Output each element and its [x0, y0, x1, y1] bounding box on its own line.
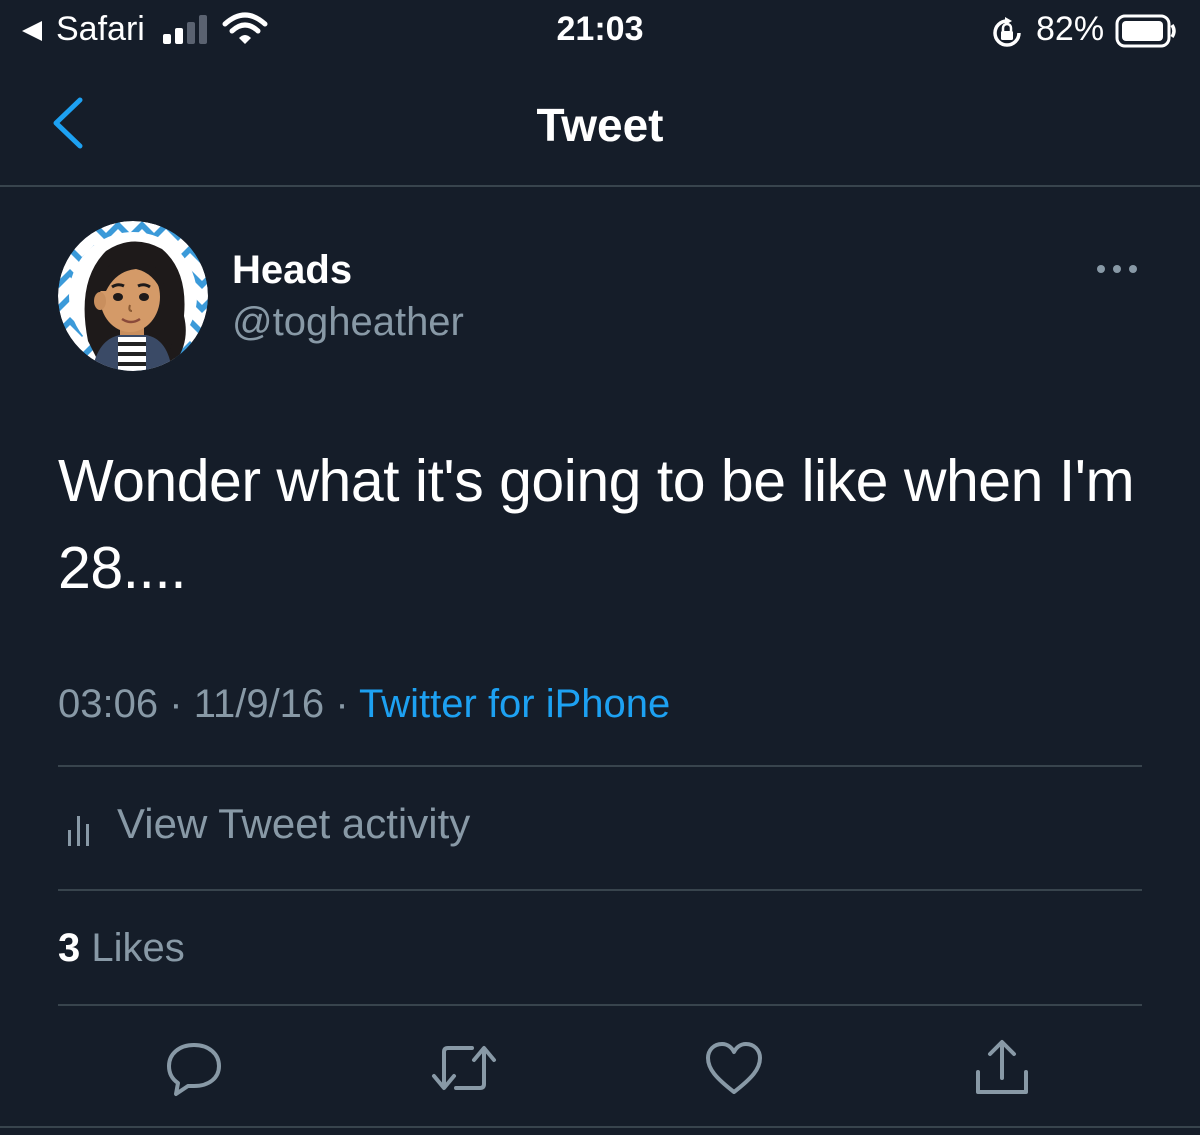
divider	[58, 1004, 1142, 1006]
meta-separator: ·	[169, 682, 183, 726]
tweet-time: 03:06	[58, 682, 159, 726]
heart-icon[interactable]	[704, 1038, 764, 1103]
bar-chart-icon[interactable]	[66, 808, 96, 853]
page-title: Tweet	[536, 99, 664, 151]
tweet-date: 11/9/16	[193, 682, 325, 726]
more-options-icon[interactable]	[1096, 262, 1138, 281]
display-name[interactable]: Heads	[232, 248, 352, 293]
retweet-icon[interactable]	[430, 1038, 498, 1103]
view-tweet-activity-link[interactable]: View Tweet activity	[117, 800, 470, 848]
divider	[58, 765, 1142, 767]
likes-stat[interactable]: 3 Likes	[58, 926, 185, 971]
nav-divider	[0, 185, 1200, 187]
user-handle[interactable]: @togheather	[232, 300, 464, 345]
share-icon[interactable]	[972, 1038, 1032, 1103]
meta-separator: ·	[335, 682, 349, 726]
bottom-divider	[0, 1126, 1200, 1128]
tweet-source-link[interactable]: Twitter for iPhone	[359, 682, 670, 726]
likes-count: 3	[58, 926, 81, 970]
rotation-lock-icon	[990, 16, 1024, 55]
divider	[58, 889, 1142, 891]
avatar[interactable]	[58, 221, 208, 371]
tweet-text: Wonder what it's going to be like when I…	[58, 448, 1135, 601]
battery-icon	[1115, 14, 1177, 53]
likes-label: Likes	[91, 926, 185, 970]
tweet-meta: 03:06 · 11/9/16 · Twitter for iPhone	[58, 682, 670, 727]
battery-percent: 82%	[1036, 10, 1105, 48]
reply-icon[interactable]	[164, 1038, 224, 1103]
